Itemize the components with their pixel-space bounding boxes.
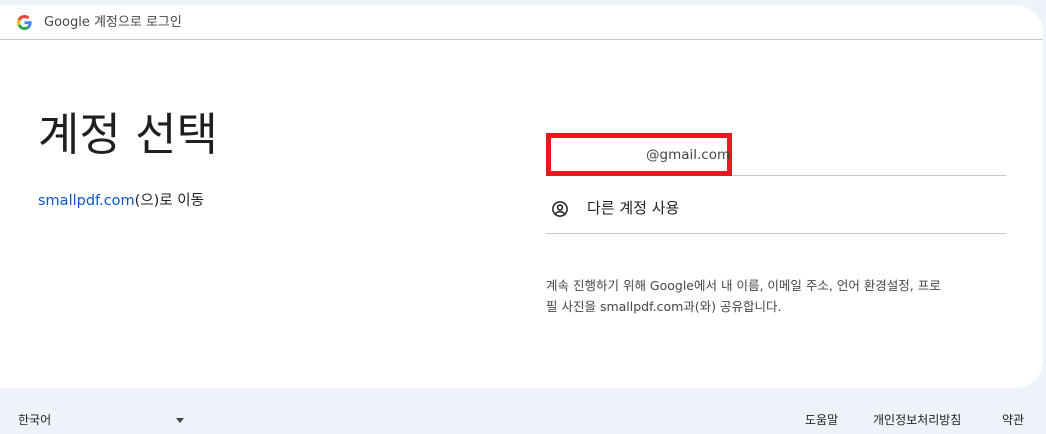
use-another-account-label: 다른 계정 사용	[587, 199, 680, 217]
language-select[interactable]: 한국어	[18, 410, 188, 430]
continue-domain-link[interactable]: smallpdf.com	[38, 193, 135, 209]
continue-to-text: smallpdf.com(으)로 이동	[38, 191, 204, 211]
account-circle-icon	[552, 201, 568, 217]
language-label: 한국어	[18, 413, 52, 427]
footer-terms-link[interactable]: 약관	[1002, 410, 1024, 430]
page-title: 계정 선택	[38, 108, 218, 161]
disclaimer-line-2: 필 사진을 smallpdf.com과(와) 공유합니다.	[546, 299, 782, 314]
account-email: @gmail.com	[646, 147, 731, 163]
card-header: Google 계정으로 로그인	[0, 5, 1043, 40]
sharing-disclaimer: 계속 진행하기 위해 Google에서 내 이름, 이메일 주소, 언어 환경설…	[546, 275, 1008, 317]
footer-privacy-link[interactable]: 개인정보처리방침	[873, 410, 961, 430]
continue-suffix: (으)로 이동	[134, 193, 204, 209]
footer-help-link[interactable]: 도움말	[805, 410, 838, 430]
use-another-account-button[interactable]: 다른 계정 사용	[546, 182, 1006, 234]
account-item[interactable]: @gmail.com	[546, 132, 1006, 176]
dropdown-arrow-icon	[176, 418, 184, 423]
google-logo-icon	[17, 15, 32, 30]
header-title: Google 계정으로 로그인	[44, 15, 182, 30]
disclaimer-line-1: 계속 진행하기 위해 Google에서 내 이름, 이메일 주소, 언어 환경설…	[546, 278, 941, 293]
